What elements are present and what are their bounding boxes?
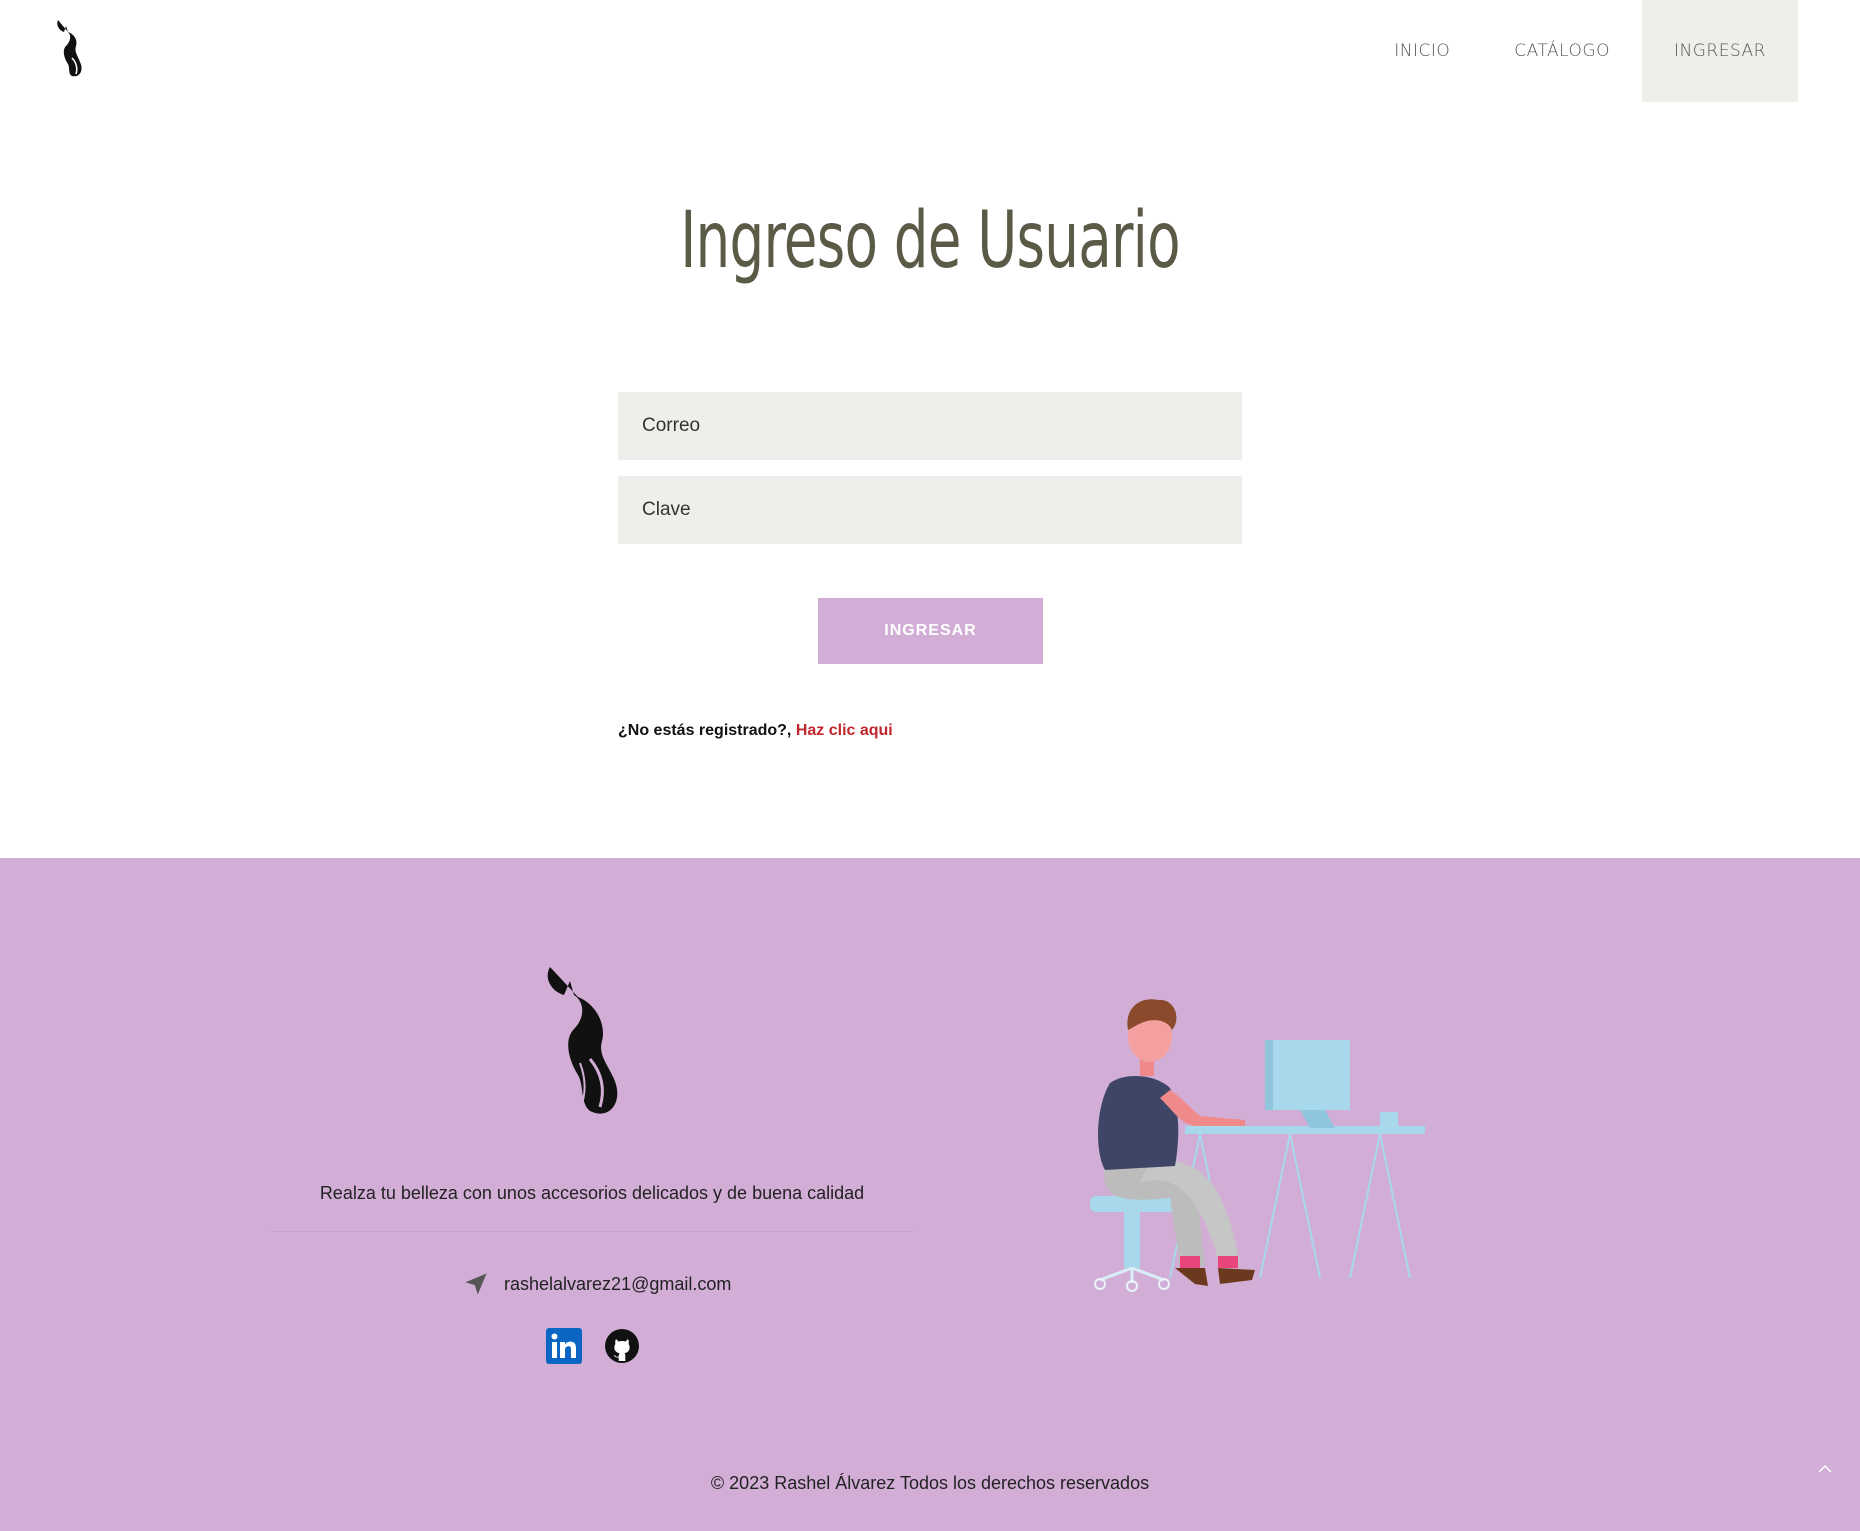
cat-logo-icon bbox=[547, 967, 618, 1114]
email-field[interactable] bbox=[618, 392, 1242, 460]
site-footer: Realza tu belleza con unos accesorios de… bbox=[0, 858, 1860, 1531]
site-header: INICIO CATÁLOGO INGRESAR bbox=[0, 0, 1860, 102]
footer-contact: rashelalvarez21@gmail.com bbox=[462, 1270, 731, 1298]
register-prompt-text: ¿No estás registrado?, bbox=[618, 722, 792, 739]
nav-item-catalogo[interactable]: CATÁLOGO bbox=[1482, 0, 1642, 102]
page-title: Ingreso de Usuario bbox=[680, 196, 1180, 286]
register-prompt: ¿No estás registrado?, Haz clic aqui bbox=[618, 722, 893, 740]
main-nav: INICIO CATÁLOGO INGRESAR bbox=[1362, 0, 1798, 102]
github-icon[interactable] bbox=[604, 1328, 640, 1364]
copyright: © 2023 Rashel Álvarez Todos los derechos… bbox=[710, 1473, 1150, 1493]
location-arrow-icon bbox=[465, 1273, 487, 1295]
cat-logo-icon[interactable] bbox=[50, 18, 95, 78]
footer-tagline: Realza tu belleza con unos accesorios de… bbox=[319, 1183, 865, 1203]
person-at-desk-illustration bbox=[1090, 999, 1425, 1292]
password-field[interactable] bbox=[618, 476, 1242, 544]
nav-item-inicio[interactable]: INICIO bbox=[1362, 0, 1482, 102]
register-link[interactable]: Haz clic aqui bbox=[796, 722, 893, 739]
nav-item-ingresar[interactable]: INGRESAR bbox=[1641, 0, 1798, 102]
social-links bbox=[546, 1328, 640, 1364]
footer-divider bbox=[270, 1231, 914, 1232]
login-button[interactable]: INGRESAR bbox=[818, 598, 1043, 664]
linkedin-icon[interactable] bbox=[546, 1328, 582, 1364]
back-to-top-button[interactable] bbox=[1810, 1454, 1840, 1484]
footer-email[interactable]: rashelalvarez21@gmail.com bbox=[504, 1274, 731, 1295]
chevron-up-icon bbox=[1818, 1464, 1832, 1473]
